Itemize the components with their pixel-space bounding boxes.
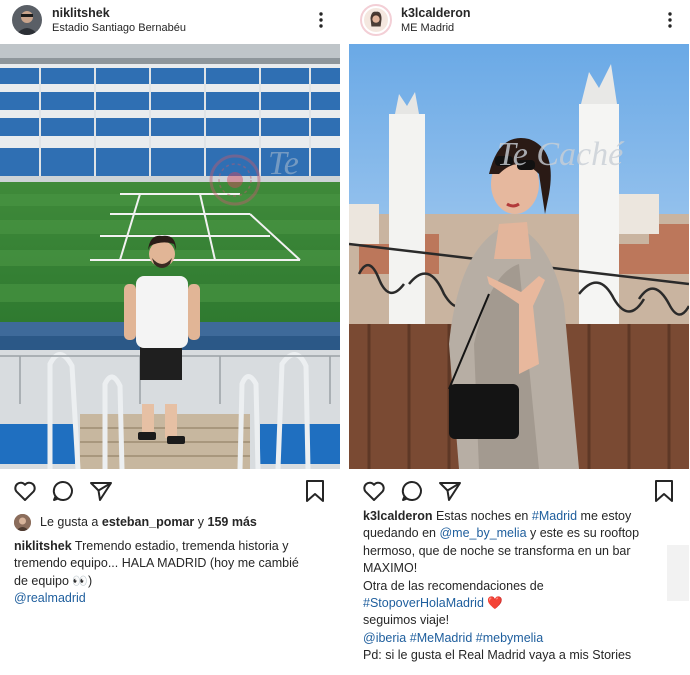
caption-text: quedando en [363,526,436,541]
caption-text: seguimos viaje! [363,613,450,628]
caption-text: tremendo equipo... HALA MADRID (hoy me c… [14,556,299,571]
username[interactable]: k3lcalderon [401,6,470,20]
caption-text: y este es su rooftop [530,526,640,541]
paper-plane-icon[interactable] [437,478,463,504]
location-link[interactable]: ME Madrid [401,22,454,34]
post-header: niklitshek Estadio Santiago Bernabéu [0,0,340,44]
caption-username[interactable]: niklitshek [14,539,72,553]
mention-link[interactable]: @iberia [363,631,406,645]
caption-text: Otra de las recomendaciones de [363,578,544,593]
more-vertical-icon[interactable] [665,10,675,30]
username[interactable]: niklitshek [52,6,110,20]
avatar[interactable] [360,4,392,36]
avatar[interactable] [12,5,42,35]
mention-link[interactable]: @realmadrid [14,590,332,607]
post-actions [349,478,689,504]
likes-text: Le gusta a esteban_pomar y 159 más [40,515,257,529]
heart-emoji: ❤️ [487,596,503,611]
post-card-k3lcalderon: k3lcalderon ME Madrid Te Caché k3lcalder… [349,0,689,675]
more-vertical-icon[interactable] [316,10,326,30]
caption-text: me estoy [580,509,632,523]
hashtag-link[interactable]: #Madrid [532,509,577,523]
heart-outline-icon[interactable] [12,478,38,504]
likes-joiner: y [197,515,205,529]
comment-bubble-icon[interactable] [50,478,76,504]
liker-username[interactable]: esteban_pomar [102,515,194,529]
caption-text: hermoso, que de noche se transforma en u… [363,543,631,558]
likes-count[interactable]: 159 más [208,515,257,529]
post-actions [0,478,340,504]
caption-text: MAXIMO! [363,561,418,576]
scroll-edge [667,545,689,601]
caption-text: de equipo 👀) [14,573,93,588]
watermark-text: Te Caché [497,136,624,173]
post-caption: k3lcalderon Estas noches en #Madrid me e… [363,508,681,665]
post-photo-stadium[interactable]: Te [0,44,340,469]
comment-bubble-icon[interactable] [399,478,425,504]
hashtag-link[interactable]: #mebymelia [476,631,543,645]
likes-prefix: Le gusta a [40,515,99,529]
caption-username[interactable]: k3lcalderon [363,509,432,523]
post-header: k3lcalderon ME Madrid [349,0,689,44]
bookmark-icon[interactable] [302,478,328,504]
paper-plane-icon[interactable] [88,478,114,504]
location-link[interactable]: Estadio Santiago Bernabéu [52,22,186,34]
hashtag-link[interactable]: #StopoverHolaMadrid [363,596,484,610]
mention-link[interactable]: @me_by_melia [439,526,526,540]
heart-outline-icon[interactable] [361,478,387,504]
post-photo-rooftop[interactable]: Te Caché [349,44,689,469]
hashtag-link[interactable]: #MeMadrid [410,631,473,645]
liker-avatar [14,514,31,531]
svg-text:Te: Te [268,145,299,182]
post-card-niklitshek: niklitshek Estadio Santiago Bernabéu Te … [0,0,340,675]
caption-text: Estas noches en [435,509,529,523]
caption-text: Tremendo estadio, tremenda historia y [74,539,289,553]
caption-text: Pd: si le gusta el Real Madrid vaya a mi… [363,648,632,663]
post-caption: niklitshek Tremendo estadio, tremenda hi… [14,538,332,608]
bookmark-icon[interactable] [651,478,677,504]
